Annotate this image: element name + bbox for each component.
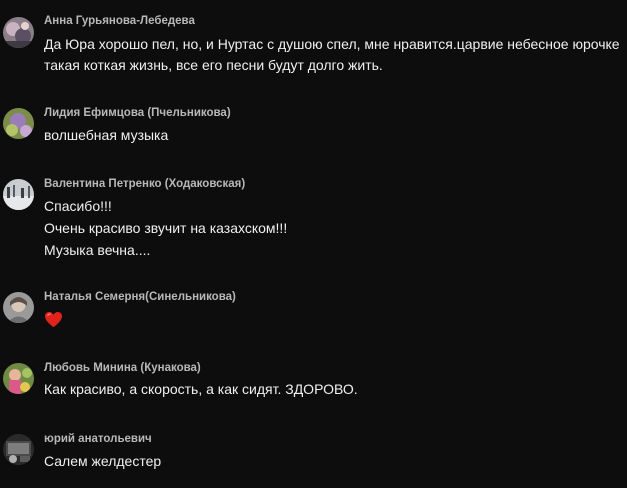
- comment-author[interactable]: Любовь Минина (Кунакова): [44, 362, 201, 374]
- comment-author[interactable]: Валентина Петренко (Ходаковская): [44, 178, 245, 190]
- comment-text-line: Очень красиво звучит на казахском!!!: [44, 220, 288, 236]
- comment-text-line: Музыка вечна....: [44, 242, 151, 258]
- comment-text-line: такая коткая жизнь, все его песни будут …: [44, 57, 383, 73]
- avatar[interactable]: [3, 363, 34, 394]
- avatar[interactable]: [3, 17, 34, 48]
- avatar[interactable]: [3, 108, 34, 139]
- comment-text-line: Как красиво, а скорость, а как сидят. ЗД…: [44, 381, 358, 397]
- comment-text-line: Спасибо!!!: [44, 198, 112, 214]
- red-heart-icon: [44, 311, 63, 333]
- avatar[interactable]: [3, 179, 34, 210]
- comment-text-line: волшебная музыка: [44, 127, 169, 143]
- comment-author[interactable]: Анна Гурьянова-Лебедева: [44, 15, 195, 27]
- comment-text-line: Да Юра хорошо пел, но, и Нуртас с душою …: [44, 36, 620, 52]
- comment-author[interactable]: юрий анатольевич: [44, 433, 152, 445]
- comment-text-line: Салем желдестер: [44, 453, 162, 469]
- comment-author[interactable]: Лидия Ефимцова (Пчельникова): [44, 107, 231, 119]
- avatar[interactable]: [3, 292, 34, 323]
- avatar[interactable]: [3, 434, 34, 465]
- comment-author[interactable]: Наталья Семерня(Синельникова): [44, 291, 236, 303]
